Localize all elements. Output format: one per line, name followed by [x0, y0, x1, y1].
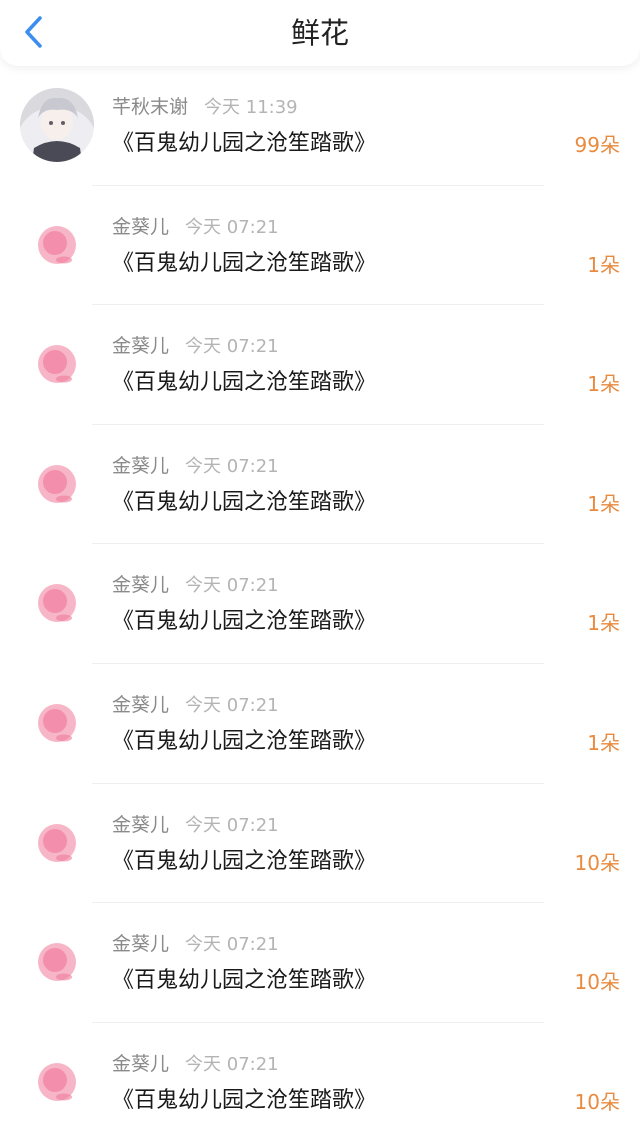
gift-time: 今天 07:21 — [185, 1053, 279, 1075]
book-title: 《百鬼幼儿园之沧笙踏歌》 — [112, 250, 377, 276]
gift-time: 今天 07:21 — [185, 216, 279, 238]
list-item[interactable]: 金葵儿 今天 07:21 《百鬼幼儿园之沧笙踏歌》 10朵 — [0, 1023, 640, 1142]
flower-count: 1朵 — [587, 372, 620, 397]
gift-time: 今天 11:39 — [204, 97, 298, 118]
gift-time: 今天 07:21 — [185, 814, 279, 836]
gift-time: 今天 07:21 — [185, 694, 279, 716]
book-title: 《百鬼幼儿园之沧笙踏歌》 — [112, 728, 377, 754]
flower-count: 1朵 — [587, 730, 620, 755]
flower-count: 10朵 — [574, 970, 620, 995]
book-title: 《百鬼幼儿园之沧笙踏歌》 — [112, 609, 377, 635]
sender-name: 金葵儿 — [112, 813, 170, 836]
flower-icon — [38, 584, 76, 623]
book-title: 《百鬼幼儿园之沧笙踏歌》 — [112, 968, 377, 994]
page-title: 鲜花 — [290, 16, 349, 50]
flower-count: 1朵 — [587, 252, 620, 277]
flower-icon — [38, 345, 76, 384]
book-title: 《百鬼幼儿园之沧笙踏歌》 — [112, 370, 377, 396]
list-item[interactable]: 金葵儿 今天 07:21 《百鬼幼儿园之沧笙踏歌》 1朵 — [0, 305, 640, 425]
flower-count: 10朵 — [574, 850, 620, 875]
list-item[interactable]: 芊秋末谢 今天 11:39 《百鬼幼儿园之沧笙踏歌》 99朵 — [0, 66, 640, 186]
sender-name: 金葵儿 — [112, 215, 170, 238]
flower-icon — [38, 464, 76, 503]
book-title: 《百鬼幼儿园之沧笙踏歌》 — [112, 848, 377, 874]
list-item[interactable]: 金葵儿 今天 07:21 《百鬼幼儿园之沧笙踏歌》 1朵 — [0, 664, 640, 784]
list-item[interactable]: 金葵儿 今天 07:21 《百鬼幼儿园之沧笙踏歌》 10朵 — [0, 784, 640, 904]
list-item[interactable]: 金葵儿 今天 07:21 《百鬼幼儿园之沧笙踏歌》 1朵 — [0, 186, 640, 306]
flower-count: 1朵 — [587, 611, 620, 636]
sender-name: 金葵儿 — [112, 1052, 170, 1075]
gift-time: 今天 07:21 — [185, 336, 279, 358]
flower-gift-list: 芊秋末谢 今天 11:39 《百鬼幼儿园之沧笙踏歌》 99朵 金葵儿 今天 07:2… — [0, 66, 640, 1142]
gift-time: 今天 07:21 — [185, 934, 279, 956]
gift-time: 今天 07:21 — [185, 575, 279, 597]
flower-icon — [38, 225, 76, 264]
flower-icon — [38, 703, 76, 742]
list-item[interactable]: 金葵儿 今天 07:21 《百鬼幼儿园之沧笙踏歌》 10朵 — [0, 903, 640, 1023]
nav-bar: 鲜花 — [0, 0, 640, 66]
flower-count: 1朵 — [587, 491, 620, 516]
sender-name: 金葵儿 — [112, 454, 170, 477]
flower-icon — [38, 823, 76, 862]
book-title: 《百鬼幼儿园之沧笙踏歌》 — [112, 489, 377, 515]
sender-name: 金葵儿 — [112, 335, 170, 358]
list-item[interactable]: 金葵儿 今天 07:21 《百鬼幼儿园之沧笙踏歌》 1朵 — [0, 425, 640, 545]
flower-icon — [38, 943, 76, 982]
sender-name: 金葵儿 — [112, 933, 170, 956]
avatar[interactable] — [20, 88, 94, 162]
flower-count: 99朵 — [574, 133, 620, 157]
list-item[interactable]: 金葵儿 今天 07:21 《百鬼幼儿园之沧笙踏歌》 1朵 — [0, 544, 640, 664]
book-title: 《百鬼幼儿园之沧笙踏歌》 — [112, 131, 377, 156]
sender-name: 芊秋末谢 — [112, 96, 189, 118]
sender-name: 金葵儿 — [112, 574, 170, 597]
gift-time: 今天 07:21 — [185, 455, 279, 477]
flower-icon — [38, 1062, 76, 1101]
sender-name: 金葵儿 — [112, 693, 170, 716]
book-title: 《百鬼幼儿园之沧笙踏歌》 — [112, 1087, 377, 1113]
flower-count: 10朵 — [574, 1089, 620, 1114]
